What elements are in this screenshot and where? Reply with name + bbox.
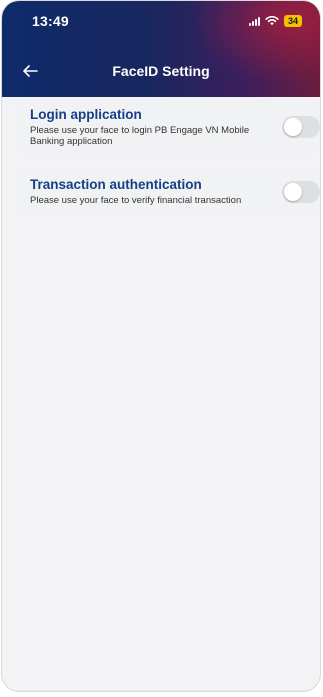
back-arrow-icon[interactable] xyxy=(18,59,42,83)
battery-icon: 34 xyxy=(283,15,302,27)
status-time: 13:49 xyxy=(32,13,69,29)
app-header: 13:49 34 FaceID Setting xyxy=(2,1,320,97)
divider xyxy=(2,690,320,691)
wifi-icon xyxy=(265,16,279,26)
toggle-knob xyxy=(284,118,302,136)
toggle-knob xyxy=(284,182,302,201)
status-icons: 34 xyxy=(248,15,302,27)
status-bar: 13:49 34 xyxy=(2,1,320,41)
setting-description: Please use your face to login PB Engage … xyxy=(30,125,250,147)
settings-list: Login application Please use your face t… xyxy=(2,97,320,216)
nav-bar: FaceID Setting xyxy=(2,51,320,91)
setting-title: Transaction authentication xyxy=(30,177,202,192)
signal-icon xyxy=(248,16,260,26)
setting-login-application: Login application Please use your face t… xyxy=(16,97,320,157)
phone-screen: 13:49 34 FaceID Setting Login applicatio… xyxy=(1,0,321,692)
setting-description: Please use your face to verify financial… xyxy=(30,195,242,206)
setting-title: Login application xyxy=(30,107,142,122)
page-title: FaceID Setting xyxy=(112,63,210,79)
transaction-faceid-toggle[interactable] xyxy=(282,180,320,203)
login-faceid-toggle[interactable] xyxy=(282,116,320,138)
setting-transaction-authentication: Transaction authentication Please use yo… xyxy=(16,167,320,216)
